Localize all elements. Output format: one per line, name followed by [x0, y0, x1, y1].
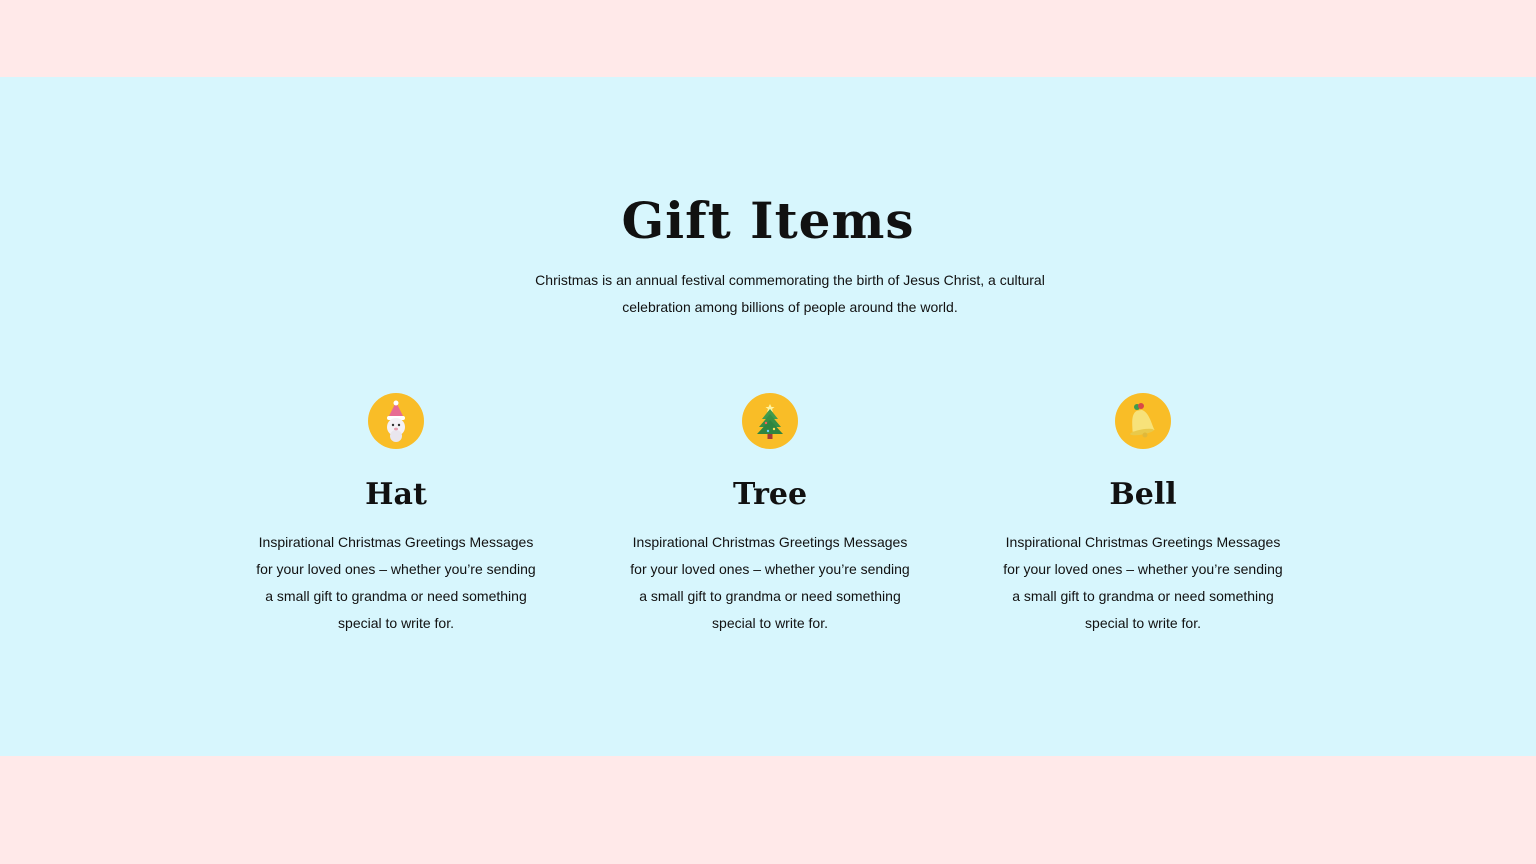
section-title: Gift Items — [621, 191, 915, 250]
icon-circle — [1115, 393, 1171, 449]
santa-snowman-icon — [387, 400, 405, 442]
card-title: Bell — [1109, 477, 1177, 512]
christmas-tree-icon — [757, 404, 783, 439]
gift-card-bell: Bell Inspirational Christmas Greetings M… — [993, 393, 1293, 637]
bottom-band — [0, 756, 1536, 864]
card-title: Tree — [732, 477, 808, 512]
icon-circle — [368, 393, 424, 449]
top-band — [0, 0, 1536, 77]
section-intro: Christmas is an annual festival commemor… — [535, 272, 1045, 315]
gift-items-section: Gift Items Christmas is an annual festiv… — [0, 77, 1536, 756]
card-text: Inspirational Christmas Greetings Messag… — [256, 534, 536, 631]
gift-card-tree: Tree Inspirational Christmas Greetings M… — [620, 393, 920, 637]
card-text: Inspirational Christmas Greetings Messag… — [630, 534, 910, 631]
icon-circle — [742, 393, 798, 449]
card-title: Hat — [365, 477, 427, 512]
bell-icon — [1130, 403, 1155, 438]
gift-card-hat: Hat Inspirational Christmas Greetings Me… — [246, 393, 546, 637]
card-text: Inspirational Christmas Greetings Messag… — [1003, 534, 1283, 631]
